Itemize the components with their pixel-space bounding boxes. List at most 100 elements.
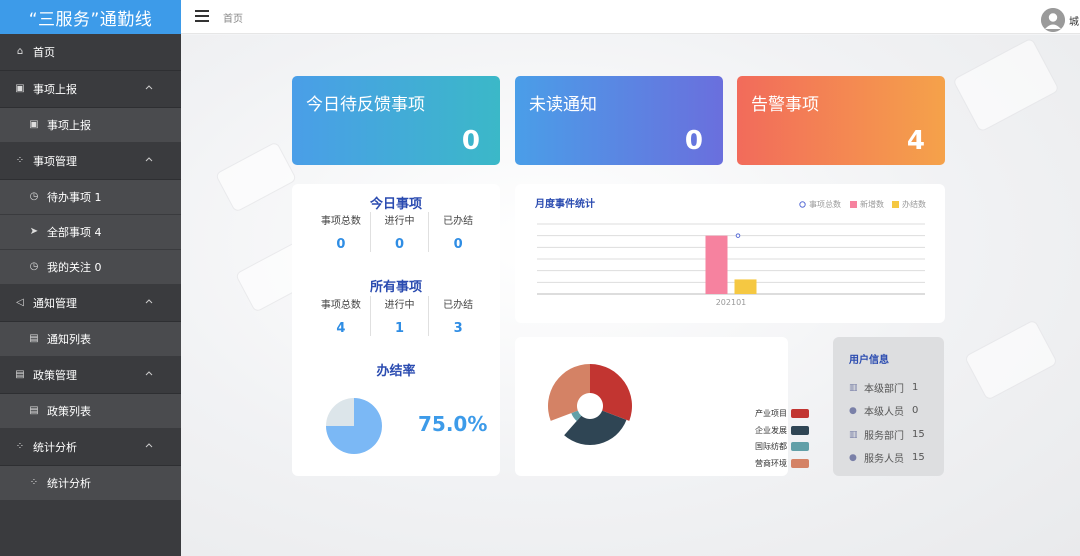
legend-swatch [791, 459, 809, 468]
card-unread-notices[interactable]: 未读通知 0 [515, 76, 723, 165]
legend-swatch [850, 201, 857, 208]
sidebar-item-label: 通知列表 [47, 333, 91, 346]
upload-icon: ▣ [15, 83, 25, 94]
sidebar-item-home[interactable]: ⌂ 首页 [0, 34, 181, 71]
background-decoration [214, 141, 298, 213]
sidebar-item-label: 事项上报 [47, 119, 91, 132]
legend-circle-marker [799, 201, 806, 208]
sidebar-item-policy[interactable]: ▤ 政策管理 [0, 357, 181, 394]
user-avatar-icon [1041, 8, 1065, 32]
card-value: 0 [684, 126, 703, 156]
sidebar-subitem-follow[interactable]: ◷ 我的关注 0 [0, 250, 181, 285]
legend-label: 产业项目 [755, 409, 787, 418]
rate-title: 办结率 [376, 364, 416, 379]
chart-title: 月度事件统计 [535, 199, 595, 210]
stat-value: 0 [453, 237, 463, 252]
all-in-progress: 进行中 1 [369, 296, 429, 336]
all-done: 已办结 3 [428, 296, 487, 336]
chevron-up-icon [145, 443, 153, 448]
stat-value: 0 [394, 237, 405, 252]
user-icon: ● [849, 452, 857, 463]
monthly-bar-chart: 202101 [537, 223, 925, 307]
breadcrumb[interactable]: 首页 [223, 10, 243, 25]
user-row-local-dept: ▥ 本级部门 1 [849, 380, 918, 395]
background-decoration [952, 37, 1060, 133]
sidebar-item-label: 事项上报 [33, 83, 77, 96]
legend-textile[interactable]: 国际纺都 [755, 441, 809, 452]
legend-industry[interactable]: 产业项目 [755, 408, 809, 419]
legend-label: 办结数 [902, 200, 926, 209]
building-icon: ▥ [849, 429, 858, 440]
card-pending-feedback[interactable]: 今日待反馈事项 0 [292, 76, 500, 165]
sidebar-item-notice[interactable]: ◁ 通知管理 [0, 285, 181, 322]
donut-slice-3 [548, 364, 590, 421]
card-title: 未读通知 [529, 95, 597, 115]
doc-icon: ▤ [29, 333, 39, 344]
grid-icon: ⁘ [15, 155, 25, 166]
sidebar-item-label: 我的关注 0 [47, 261, 102, 274]
stat-value: 3 [453, 321, 463, 336]
legend-total[interactable]: 事项总数 [799, 199, 841, 210]
sidebar-item-label: 通知管理 [33, 297, 77, 310]
legend-business-env[interactable]: 营商环境 [755, 458, 809, 469]
sidebar-subitem-stats[interactable]: ⁘ 统计分析 [0, 466, 181, 501]
user-row-label: 服务部门 [864, 431, 904, 442]
alarm-icon: ◷ [29, 261, 39, 272]
sidebar-item-manage[interactable]: ⁘ 事项管理 [0, 143, 181, 180]
sidebar-subitem-todo[interactable]: ◷ 待办事项 1 [0, 180, 181, 215]
sidebar-item-report[interactable]: ▣ 事项上报 [0, 71, 181, 108]
card-title: 告警事项 [751, 95, 819, 115]
card-value: 4 [906, 126, 925, 156]
sidebar-subitem-all[interactable]: ➤ 全部事项 4 [0, 215, 181, 250]
sidebar-subitem-notice-list[interactable]: ▤ 通知列表 [0, 322, 181, 357]
today-total: 事项总数 0 [312, 212, 370, 252]
send-icon: ➤ [29, 226, 39, 237]
stat-label: 已办结 [443, 216, 474, 227]
sidebar-subitem-policy-list[interactable]: ▤ 政策列表 [0, 394, 181, 429]
speaker-icon: ◁ [16, 297, 24, 308]
user-info-title: 用户信息 [849, 355, 889, 366]
legend-new[interactable]: 新增数 [850, 199, 884, 210]
user-info-panel: 用户信息 ▥ 本级部门 1 ● 本级人员 0 ▥ 服务部门 15 ● 服务人员 … [833, 337, 944, 476]
sidebar-item-label: 全部事项 4 [47, 226, 102, 239]
sidebar-item-label: 统计分析 [47, 477, 91, 490]
sidebar-item-label: 首页 [33, 46, 55, 59]
completion-rate-pie [326, 398, 382, 454]
sidebar-item-stats[interactable]: ⁘ 统计分析 [0, 429, 181, 466]
user-name[interactable]: 城 [1069, 13, 1079, 28]
all-total: 事项总数 4 [312, 296, 370, 336]
user-row-label: 本级部门 [864, 384, 904, 395]
user-row-value: 15 [912, 452, 925, 463]
avatar[interactable] [1041, 8, 1065, 32]
sidebar-item-label: 统计分析 [33, 441, 77, 454]
user-row-value: 1 [912, 382, 919, 393]
sidebar-item-label: 政策列表 [47, 405, 91, 418]
bar-new [705, 235, 728, 294]
stats-panel: 今日事项 事项总数 0 进行中 0 已办结 0 所有事项 事项总数 4 进行中 … [292, 184, 500, 476]
sidebar: “三服务”通勤线 ⌂ 首页 ▣ 事项上报 ▣ 事项上报 ⁘ 事项管理 ◷ 待办事… [0, 0, 181, 556]
legend-enterprise[interactable]: 企业发展 [755, 425, 809, 436]
building-icon: ▥ [849, 382, 858, 393]
legend-swatch [892, 201, 899, 208]
card-alerts[interactable]: 告警事项 4 [737, 76, 945, 165]
rate-slice-remaining [326, 398, 354, 426]
user-row-value: 0 [912, 405, 919, 416]
today-in-progress: 进行中 0 [369, 212, 429, 252]
grid-icon: ⁘ [15, 441, 25, 452]
sidebar-subitem-report[interactable]: ▣ 事项上报 [0, 108, 181, 143]
menu-toggle-icon[interactable] [195, 10, 209, 22]
legend-label: 国际纺都 [755, 442, 787, 451]
user-row-label: 本级人员 [864, 407, 904, 418]
doc-icon: ▤ [15, 369, 25, 380]
today-done: 已办结 0 [428, 212, 487, 252]
legend-swatch [791, 442, 809, 451]
all-stats: 事项总数 4 进行中 1 已办结 3 [312, 296, 487, 336]
today-title: 今日事项 [369, 197, 422, 212]
chevron-up-icon [145, 157, 153, 162]
legend-label: 企业发展 [755, 426, 787, 435]
sidebar-item-label: 政策管理 [33, 369, 77, 382]
legend-done[interactable]: 办结数 [892, 199, 926, 210]
bar-done [734, 279, 757, 294]
sidebar-item-label: 待办事项 1 [47, 191, 102, 204]
line-point-total [735, 233, 741, 238]
